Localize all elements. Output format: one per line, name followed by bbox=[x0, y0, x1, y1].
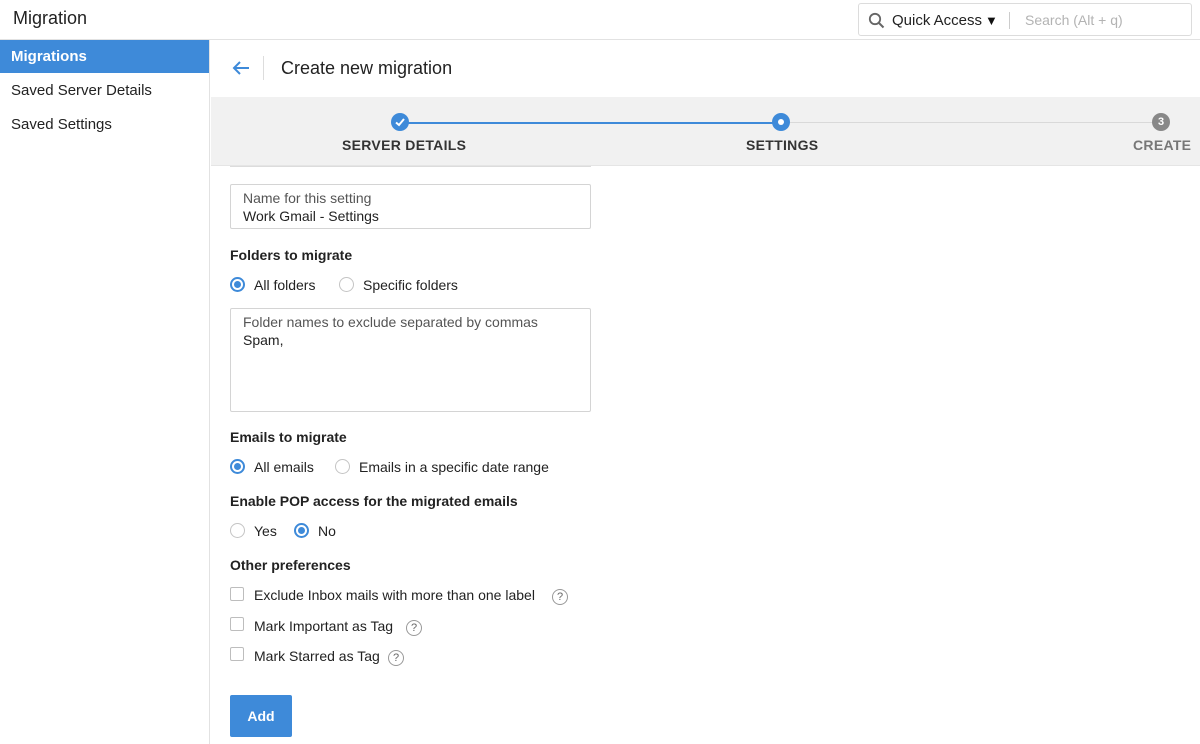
setting-name-field[interactable]: Name for this setting Work Gmail - Setti… bbox=[230, 184, 591, 229]
pop-no-label[interactable]: No bbox=[318, 523, 336, 539]
date-range-label[interactable]: Emails in a specific date range bbox=[359, 459, 549, 475]
scrolled-field-edge bbox=[230, 166, 591, 167]
stepper-line-complete bbox=[400, 122, 781, 124]
page-title: Create new migration bbox=[281, 58, 453, 78]
step-create-label: CREATE bbox=[1133, 137, 1192, 153]
radio-date-range[interactable] bbox=[335, 459, 350, 474]
app-title: Migration bbox=[13, 8, 88, 28]
setting-name-label: Name for this setting bbox=[243, 190, 372, 206]
checkbox-exclude-inbox[interactable] bbox=[230, 587, 244, 601]
quick-access-button[interactable]: Quick Access bbox=[892, 12, 982, 29]
step-complete-icon bbox=[391, 113, 409, 131]
radio-all-folders[interactable] bbox=[230, 277, 245, 292]
back-arrow-icon[interactable] bbox=[231, 58, 251, 78]
add-button[interactable]: Add bbox=[230, 695, 292, 737]
pop-yes-label[interactable]: Yes bbox=[254, 523, 277, 539]
step-settings-label: SETTINGS bbox=[746, 137, 819, 153]
setting-name-value[interactable]: Work Gmail - Settings bbox=[243, 208, 379, 224]
checkbox-mark-starred[interactable] bbox=[230, 647, 244, 661]
pop-section-title: Enable POP access for the migrated email… bbox=[230, 493, 518, 509]
step-number-badge: 3 bbox=[1152, 113, 1170, 131]
divider bbox=[1009, 12, 1010, 29]
progress-stepper: SERVER DETAILS SETTINGS 3 CREATE bbox=[211, 97, 1200, 166]
exclude-folders-textarea[interactable]: Folder names to exclude separated by com… bbox=[230, 308, 591, 412]
top-bar: Migration Quick Access ▼ bbox=[0, 0, 1200, 40]
stepper-line-pending bbox=[781, 122, 1161, 123]
radio-all-emails[interactable] bbox=[230, 459, 245, 474]
checkbox-mark-important[interactable] bbox=[230, 617, 244, 631]
exclude-folders-value[interactable]: Spam, bbox=[243, 332, 283, 348]
sidebar-item-saved-server-details[interactable]: Saved Server Details bbox=[0, 74, 209, 107]
exclude-inbox-label[interactable]: Exclude Inbox mails with more than one l… bbox=[254, 587, 535, 603]
radio-specific-folders[interactable] bbox=[339, 277, 354, 292]
sidebar-item-saved-settings[interactable]: Saved Settings bbox=[0, 108, 209, 141]
search-input[interactable] bbox=[1017, 8, 1185, 32]
step-current-icon bbox=[772, 113, 790, 131]
check-icon bbox=[395, 118, 405, 127]
help-icon[interactable]: ? bbox=[406, 620, 422, 636]
step-server-details-label: SERVER DETAILS bbox=[342, 137, 467, 153]
quick-access-bar: Quick Access ▼ bbox=[858, 3, 1192, 36]
folders-section-title: Folders to migrate bbox=[230, 247, 353, 263]
help-icon[interactable]: ? bbox=[552, 589, 568, 605]
title-divider bbox=[263, 56, 264, 80]
radio-pop-yes[interactable] bbox=[230, 523, 245, 538]
all-emails-label[interactable]: All emails bbox=[254, 459, 314, 475]
sidebar: Migrations Saved Server Details Saved Se… bbox=[0, 40, 210, 744]
mark-important-label[interactable]: Mark Important as Tag bbox=[254, 618, 393, 634]
preferences-section-title: Other preferences bbox=[230, 557, 351, 573]
help-icon[interactable]: ? bbox=[388, 650, 404, 666]
specific-folders-label[interactable]: Specific folders bbox=[363, 277, 458, 293]
emails-section-title: Emails to migrate bbox=[230, 429, 347, 445]
sidebar-item-migrations[interactable]: Migrations bbox=[0, 40, 209, 73]
main-content: Create new migration SERVER DETAILS SETT… bbox=[211, 40, 1200, 744]
exclude-folders-label: Folder names to exclude separated by com… bbox=[243, 314, 538, 330]
radio-pop-no[interactable] bbox=[294, 523, 309, 538]
mark-starred-label[interactable]: Mark Starred as Tag bbox=[254, 648, 380, 664]
search-icon[interactable] bbox=[868, 12, 885, 29]
caret-down-icon[interactable]: ▼ bbox=[985, 13, 998, 28]
all-folders-label[interactable]: All folders bbox=[254, 277, 315, 293]
